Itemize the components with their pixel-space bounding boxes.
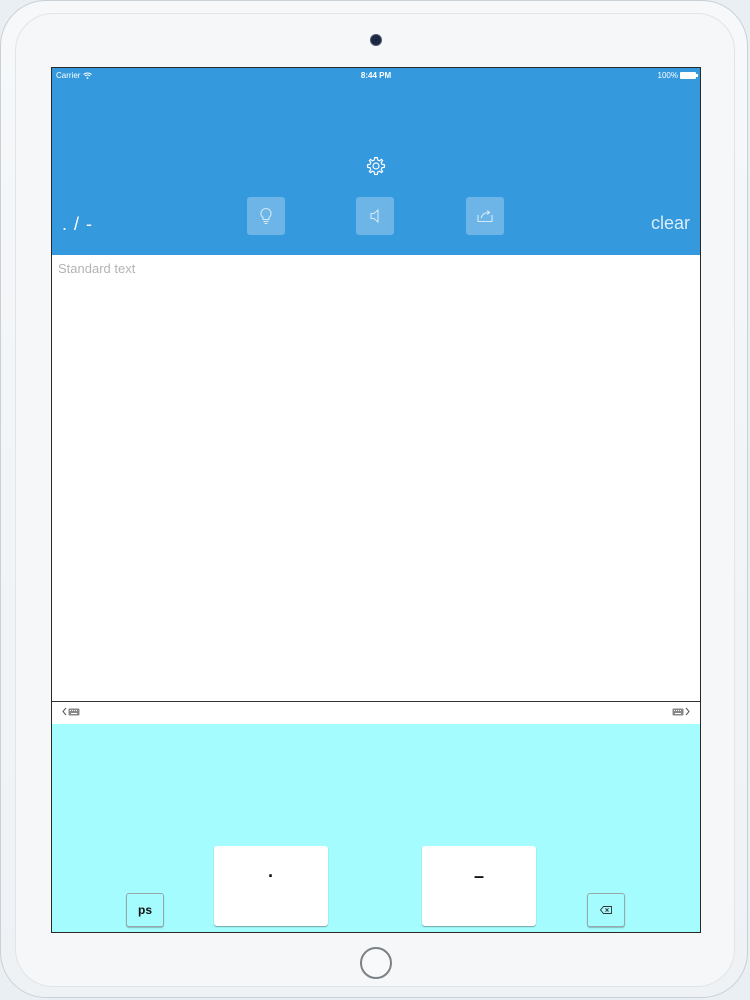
lightbulb-icon <box>260 207 272 225</box>
text-input[interactable] <box>52 255 700 701</box>
previous-keyboard-button[interactable] <box>62 707 80 716</box>
gear-icon <box>366 156 386 176</box>
dot-key[interactable]: · <box>214 846 328 926</box>
speaker-icon <box>370 208 379 224</box>
keyboard-icon <box>672 708 684 715</box>
status-right: 100% <box>657 71 698 80</box>
ipad-frame: Carrier 8:44 PM 100% . / - clear Standar… <box>0 0 748 998</box>
flashlight-button[interactable] <box>247 197 285 235</box>
next-keyboard-button[interactable] <box>672 707 690 716</box>
ps-key-label: ps <box>137 903 152 917</box>
morse-keyboard: ps · – <box>52 724 700 932</box>
header: Carrier 8:44 PM 100% . / - clear <box>52 68 700 255</box>
settings-button[interactable] <box>366 156 386 176</box>
sound-button[interactable] <box>356 197 394 235</box>
keyboard-toolbar <box>52 701 700 724</box>
dash-key-label: – <box>473 865 484 886</box>
dot-key-label: · <box>268 865 274 886</box>
chevron-left-icon <box>62 707 67 716</box>
backspace-icon <box>600 906 612 914</box>
home-button[interactable] <box>360 947 392 979</box>
battery-percent: 100% <box>657 71 678 80</box>
status-bar: Carrier 8:44 PM 100% <box>52 68 700 84</box>
app-screen: Carrier 8:44 PM 100% . / - clear Standar… <box>51 67 701 933</box>
keyboard-icon <box>68 708 80 715</box>
share-button[interactable] <box>466 197 504 235</box>
chevron-right-icon <box>685 707 690 716</box>
ps-key[interactable]: ps <box>126 893 164 927</box>
status-time: 8:44 PM <box>360 71 392 80</box>
share-icon <box>477 210 493 223</box>
clear-button[interactable]: clear <box>651 213 690 234</box>
backspace-key[interactable] <box>587 893 625 927</box>
battery-icon <box>680 72 698 79</box>
front-camera <box>370 34 382 46</box>
dash-key[interactable]: – <box>422 846 536 926</box>
mode-label[interactable]: . / - <box>62 214 93 235</box>
